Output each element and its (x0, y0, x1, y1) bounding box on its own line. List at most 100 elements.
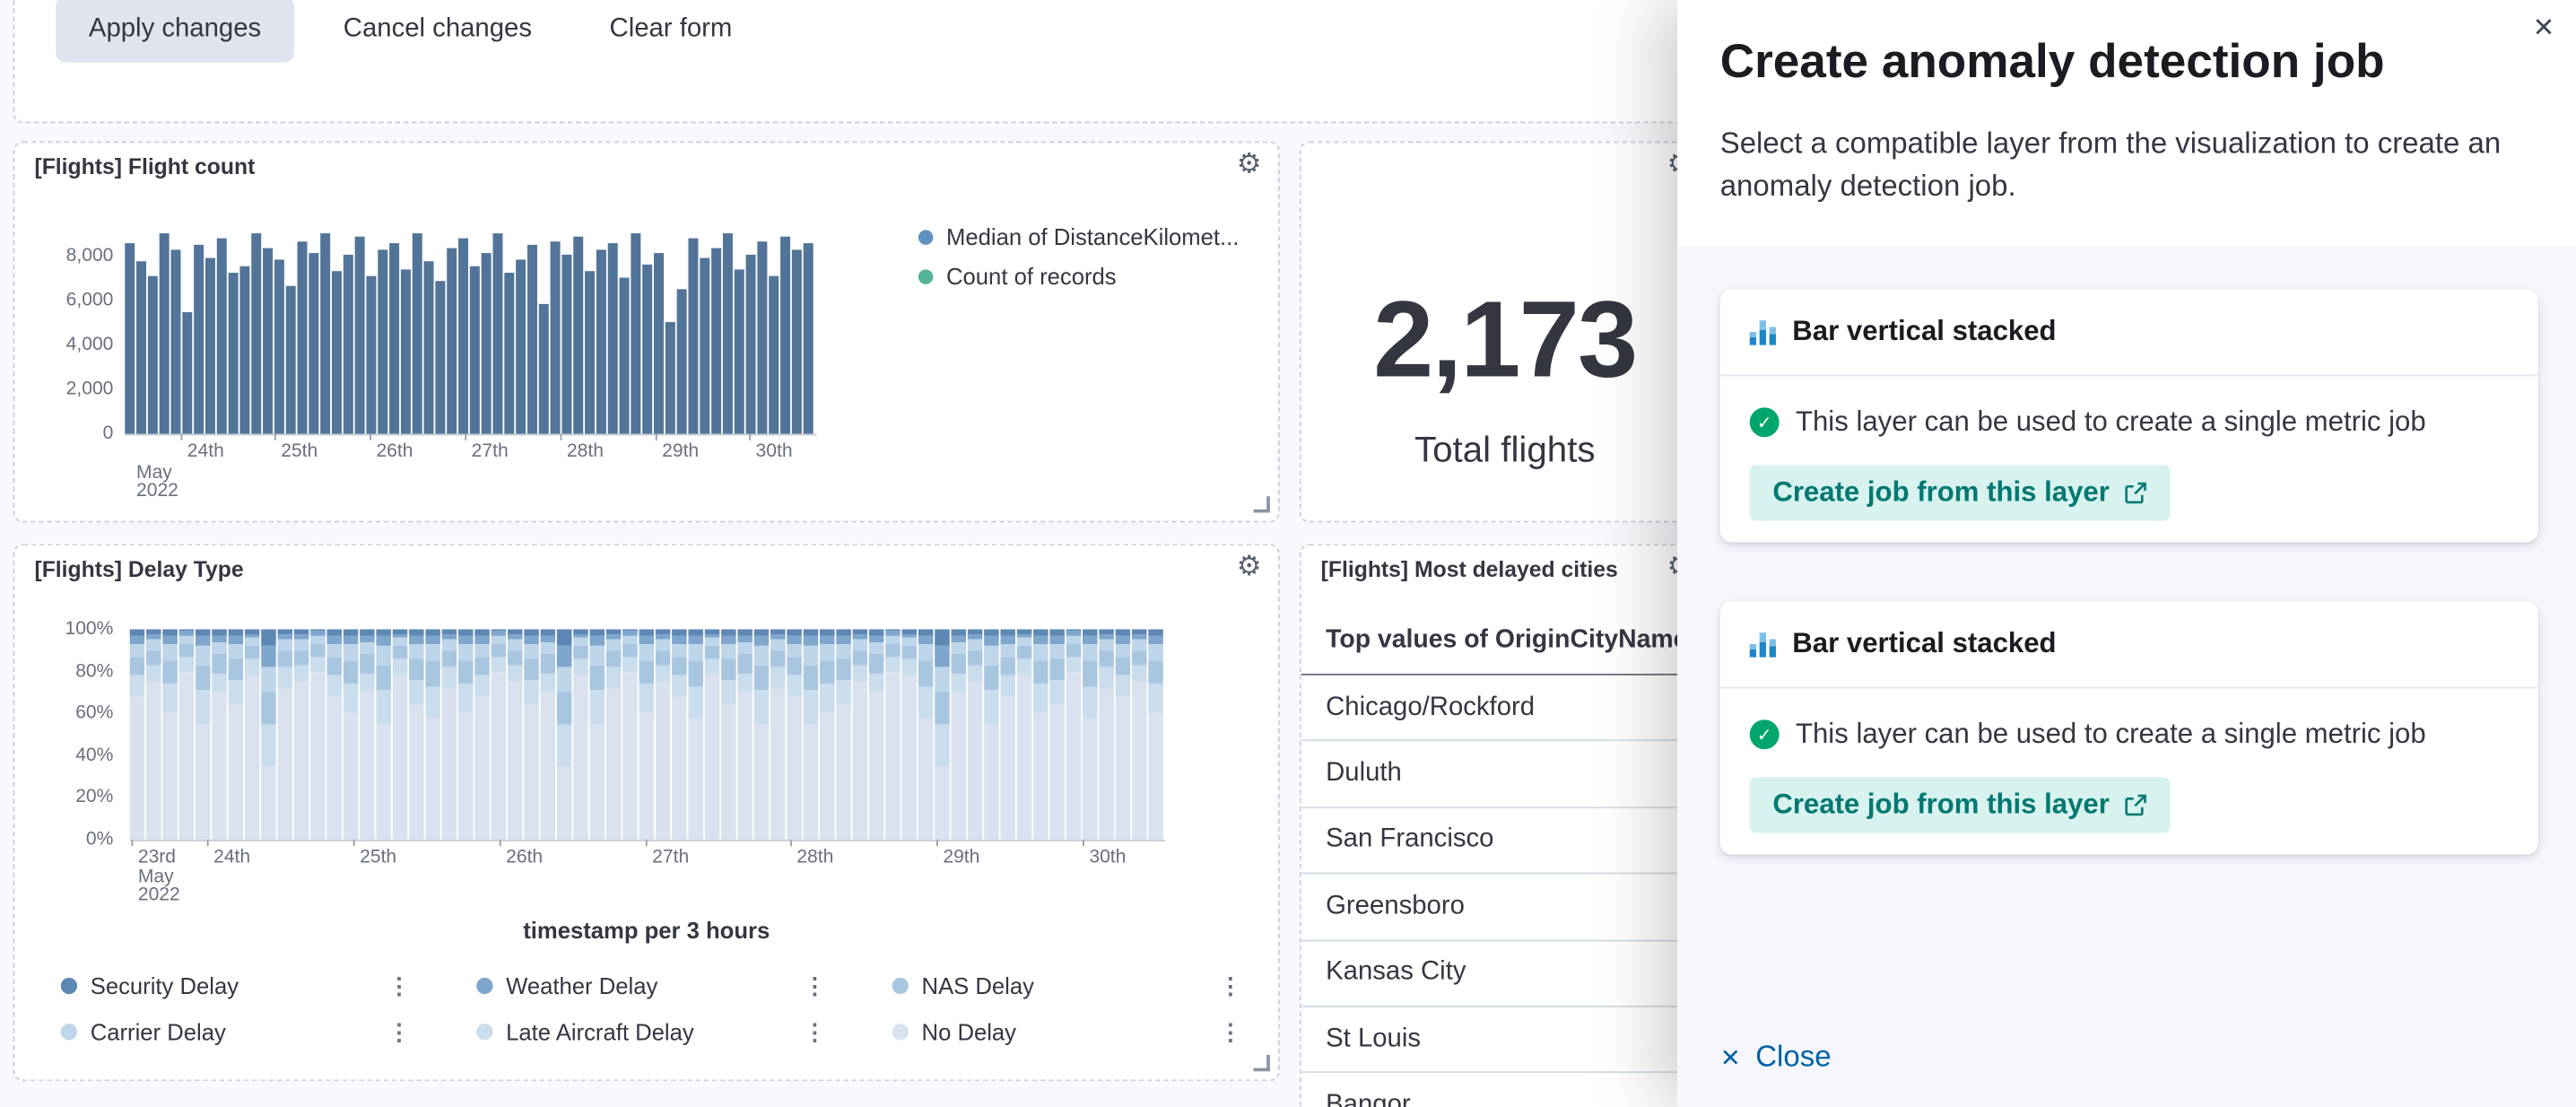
flight-count-bar (320, 234, 330, 434)
vertical-dots-icon[interactable]: ⋮ (387, 972, 411, 999)
bar-chart-icon (1750, 319, 1776, 344)
delay-bar (376, 630, 390, 840)
legend-item[interactable]: Security Delay ⋮ (61, 970, 476, 1003)
flight-count-bar (263, 248, 273, 433)
legend-item[interactable]: NAS Delay⋮ (892, 970, 1308, 1003)
x-tick-label: 24th (213, 848, 250, 867)
bar-chart-icon (1750, 632, 1776, 656)
delay-bar (1132, 630, 1146, 840)
legend-label: Security Delay (91, 972, 239, 998)
create-job-button[interactable]: Create job from this layer (1750, 465, 2171, 520)
vertical-dots-icon[interactable]: ⋮ (804, 972, 827, 999)
vertical-dots-icon[interactable]: ⋮ (1219, 1018, 1242, 1046)
x-tick-mark (790, 840, 792, 846)
panel-total-flights: ⚙ 2,173 Total flights (1300, 142, 1710, 523)
delay-bar (261, 630, 275, 840)
flight-count-bar (769, 275, 779, 433)
delay-bar (754, 630, 769, 840)
legend-label: Late Aircraft Delay (506, 1019, 694, 1045)
gear-icon[interactable]: ⚙ (1237, 552, 1262, 580)
x-tick-mark (274, 434, 276, 440)
resize-handle-icon[interactable] (1254, 496, 1270, 512)
delay-bar (902, 630, 917, 840)
delay-bar (146, 630, 161, 840)
delay-bar (179, 630, 194, 840)
flight-count-bar (642, 265, 652, 434)
legend-item[interactable]: Carrier Delay⋮ (61, 1015, 476, 1049)
flight-count-bar (274, 259, 284, 433)
delay-bar (1033, 630, 1048, 840)
gear-icon[interactable]: ⚙ (1237, 150, 1262, 178)
delay-bar (294, 630, 309, 840)
delay-legend: Security Delay⋮Weather Delay⋮NAS Delay⋮C… (61, 970, 1308, 1049)
legend-dot (61, 1024, 77, 1040)
x-tick-mark (656, 434, 657, 440)
flight-count-bar (458, 239, 468, 434)
delay-bar (804, 630, 818, 840)
close-icon: ✕ (1720, 1042, 1741, 1072)
create-job-button[interactable]: Create job from this layer (1750, 777, 2171, 832)
delay-bar (787, 630, 801, 840)
close-icon[interactable]: ✕ (2533, 16, 2555, 42)
compatibility-text: This layer can be used to create a singl… (1796, 718, 2426, 751)
layer-card-header: Bar vertical stacked (1720, 289, 2538, 376)
x-axis-line (125, 434, 816, 436)
total-flights-value: 2,173 (1301, 281, 1709, 396)
x-tick-label: 25th (281, 442, 318, 462)
y-tick-label: 20% (28, 788, 113, 807)
delay-bar (1083, 630, 1097, 840)
delay-bar (310, 630, 325, 840)
delay-yaxis: 100%80%60%40%20%0% (28, 620, 113, 850)
flight-count-bar (435, 281, 445, 434)
resize-handle-icon[interactable] (1254, 1055, 1270, 1071)
y-tick-label: 60% (28, 703, 113, 723)
delay-bar (212, 630, 226, 840)
table-row: Chicago/Rockford (1301, 676, 1709, 742)
table-rows: Chicago/RockfordDuluthSan FranciscoGreen… (1301, 676, 1709, 1107)
flyout-body: Bar vertical stacked ✓ This layer can be… (1677, 247, 2576, 1107)
flyout-close-button[interactable]: ✕ Close (1720, 1040, 1832, 1074)
cancel-changes-button[interactable]: Cancel changes (326, 0, 548, 63)
vertical-dots-icon[interactable]: ⋮ (387, 1018, 411, 1046)
delay-bar (968, 630, 982, 840)
legend-item[interactable]: Median of DistanceKilomet... (918, 223, 1240, 249)
legend-label: Median of DistanceKilomet... (946, 223, 1239, 249)
flight-count-bar (780, 236, 790, 433)
delay-bar (672, 630, 686, 840)
close-label: Close (1755, 1040, 1831, 1074)
check-circle-icon: ✓ (1750, 719, 1780, 749)
apply-changes-button[interactable]: Apply changes (56, 0, 294, 63)
y-tick-label: 100% (28, 620, 113, 640)
create-job-label: Create job from this layer (1772, 476, 2110, 510)
flight-count-bar (160, 234, 170, 434)
delay-bar (360, 630, 374, 840)
legend-dot (892, 1024, 909, 1040)
legend-item[interactable]: Late Aircraft Delay ⋮ (476, 1015, 892, 1049)
delay-bar (737, 630, 752, 840)
table-header[interactable]: Top values of OriginCityName (1301, 608, 1709, 676)
delay-bar (130, 630, 144, 840)
x-tick-mark (207, 840, 209, 846)
vertical-dots-icon[interactable]: ⋮ (804, 1018, 827, 1046)
flight-count-bar (585, 271, 595, 433)
delay-bar (524, 630, 538, 840)
layer-card: Bar vertical stacked ✓ This layer can be… (1720, 289, 2538, 542)
x-tick-label: May2022 (136, 465, 178, 501)
panel-title: [Flights] Flight count (34, 154, 255, 179)
legend-item[interactable]: Count of records (918, 263, 1117, 289)
flight-count-bar (551, 241, 561, 434)
flight-count-bar (355, 236, 365, 433)
table-row: Kansas City (1301, 941, 1709, 1007)
legend-item[interactable]: No Delay⋮ (892, 1015, 1308, 1049)
vertical-dots-icon[interactable]: ⋮ (1219, 972, 1242, 999)
legend-item[interactable]: Weather Delay⋮ (476, 970, 892, 1003)
legend-dot (476, 978, 492, 994)
clear-form-button[interactable]: Clear form (593, 0, 748, 63)
legend-dot (918, 268, 933, 283)
x-tick-label: 27th (652, 848, 689, 867)
flight-count-bar (401, 269, 411, 434)
delay-bar (1000, 630, 1014, 840)
layer-title: Bar vertical stacked (1792, 316, 2056, 349)
delay-bar (344, 630, 358, 840)
flyout-title: Create anomaly detection job (1720, 36, 2385, 90)
